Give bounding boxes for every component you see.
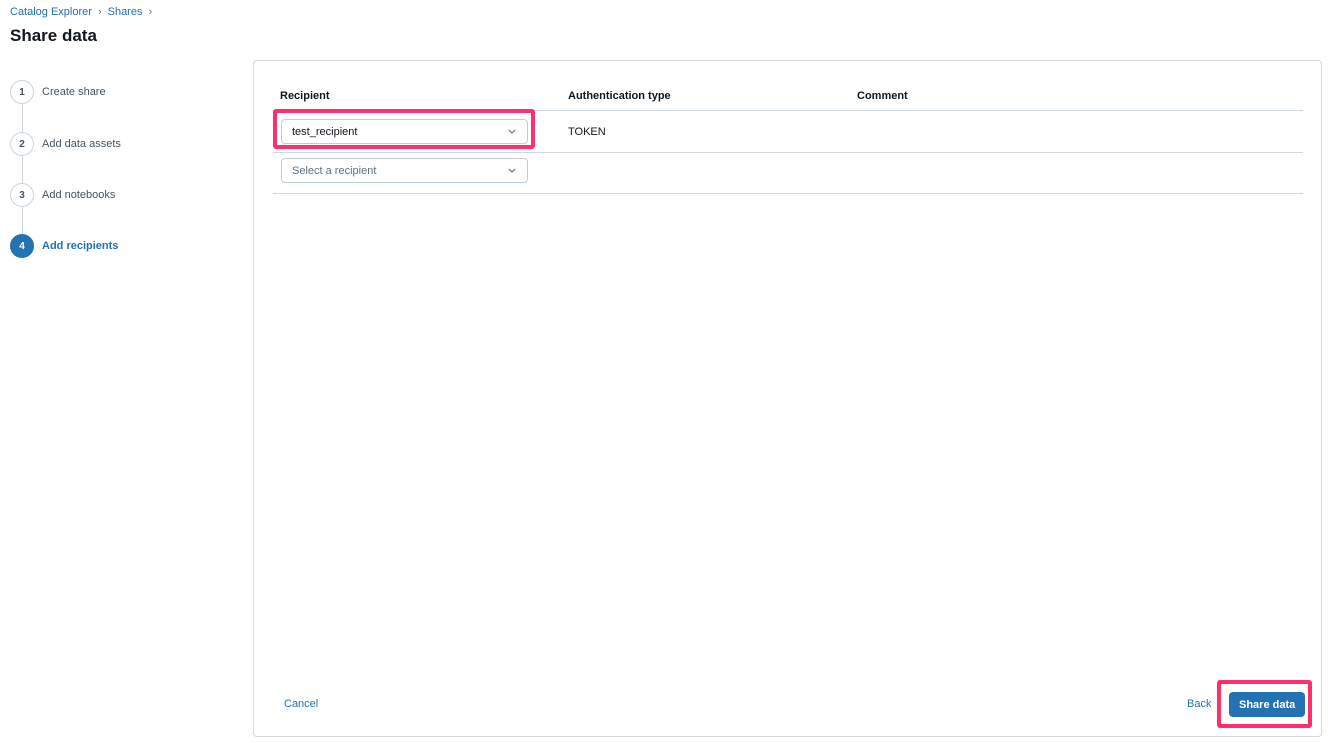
column-header-authentication-type: Authentication type	[568, 90, 671, 102]
recipients-table: Recipient Authentication type Comment te…	[273, 82, 1303, 194]
step-number: 4	[10, 234, 34, 258]
step-number: 3	[10, 183, 34, 207]
table-row: test_recipient TOKEN	[273, 111, 1303, 153]
share-data-button[interactable]: Share data	[1229, 692, 1306, 717]
step-add-data-assets[interactable]: 2 Add data assets	[10, 132, 121, 156]
breadcrumb: Catalog Explorer › Shares ›	[10, 5, 152, 19]
table-header: Recipient Authentication type Comment	[273, 82, 1303, 111]
recipient-select-value: test_recipient	[292, 125, 358, 138]
breadcrumb-shares[interactable]: Shares	[108, 5, 143, 19]
step-label: Add recipients	[42, 240, 119, 252]
step-add-notebooks[interactable]: 3 Add notebooks	[10, 183, 115, 207]
step-connector	[22, 207, 23, 234]
step-label: Add notebooks	[42, 189, 116, 201]
authentication-type-value: TOKEN	[568, 126, 606, 138]
select-recipient-dropdown[interactable]: Select a recipient	[281, 158, 528, 183]
step-connector	[22, 156, 23, 183]
column-header-recipient: Recipient	[280, 90, 330, 102]
recipient-select[interactable]: test_recipient	[281, 119, 528, 144]
back-button[interactable]: Back	[1187, 698, 1211, 710]
page-title: Share data	[10, 26, 97, 45]
step-connector	[22, 104, 23, 132]
share-data-page: Catalog Explorer › Shares › Share data 1…	[0, 0, 1331, 743]
chevron-down-icon	[507, 168, 517, 173]
chevron-right-icon: ›	[148, 6, 153, 18]
chevron-right-icon: ›	[97, 6, 102, 18]
table-row-new: Select a recipient	[273, 153, 1303, 194]
step-number: 2	[10, 132, 34, 156]
breadcrumb-catalog-explorer[interactable]: Catalog Explorer	[10, 5, 92, 19]
select-recipient-placeholder: Select a recipient	[292, 164, 377, 177]
step-number: 1	[10, 80, 34, 104]
cancel-button[interactable]: Cancel	[284, 698, 318, 710]
column-header-comment: Comment	[857, 90, 908, 102]
step-create-share[interactable]: 1 Create share	[10, 80, 106, 104]
recipients-panel: Recipient Authentication type Comment te…	[253, 60, 1322, 737]
step-add-recipients[interactable]: 4 Add recipients	[10, 234, 118, 258]
step-label: Add data assets	[42, 138, 121, 150]
chevron-down-icon	[507, 129, 517, 134]
step-label: Create share	[42, 86, 106, 98]
